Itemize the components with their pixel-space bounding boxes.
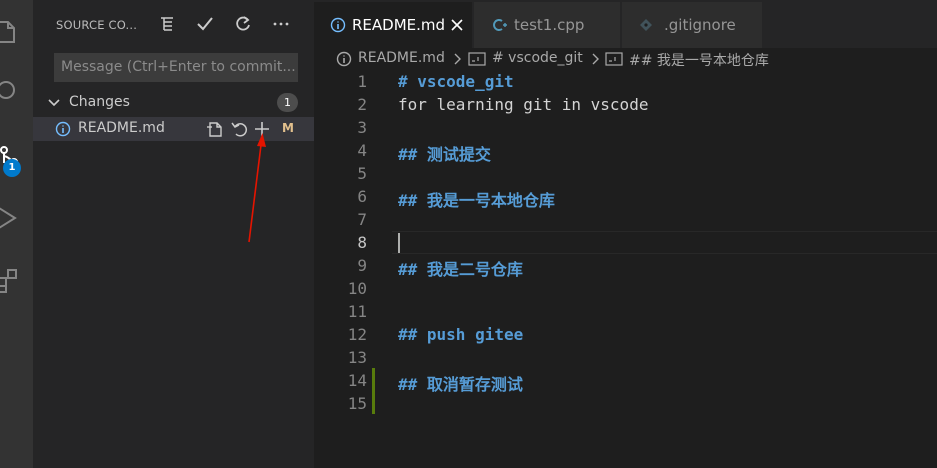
tab-test1-cpp[interactable]: test1.cpp — [474, 2, 620, 48]
code-line: 6 ## 我是一号本地仓库 — [314, 185, 937, 210]
explorer-icon[interactable] — [0, 10, 33, 50]
git-icon — [638, 17, 654, 37]
tab-label: README.md — [352, 16, 446, 34]
code-line: 13 — [314, 346, 937, 369]
code-line: 5 — [314, 162, 937, 185]
gutter-added-indicator — [372, 368, 375, 414]
code-editor[interactable]: 1 # vscode_git 2 for learning git in vscod… — [314, 70, 937, 468]
scm-badge: 1 — [3, 159, 21, 177]
breadcrumb-section-1[interactable]: # vscode_git — [492, 50, 583, 66]
symbol-string-icon — [468, 52, 486, 70]
code-line: 10 — [314, 277, 937, 300]
info-icon — [336, 51, 352, 71]
breadcrumb-section-2[interactable]: ## 我是一号本地仓库 — [629, 50, 769, 70]
breadcrumb: README.md # vscode_git ## 我是一号本地仓库 — [314, 48, 937, 70]
source-control-sidebar: SOURCE CO... Message (Ctrl+Enter to comm… — [33, 0, 314, 468]
code-line: 9 ## 我是二号仓库 — [314, 254, 937, 279]
line-text: for learning git in vscode — [398, 95, 649, 114]
code-line: 4 ## 测试提交 — [314, 139, 937, 164]
chevron-right-icon — [453, 53, 463, 69]
line-number: 13 — [347, 348, 367, 367]
breadcrumb-file[interactable]: README.md — [358, 50, 445, 66]
line-number: 1 — [357, 72, 367, 91]
text-cursor — [398, 233, 400, 253]
line-text: ## push gitee — [398, 325, 524, 344]
run-debug-icon[interactable] — [0, 196, 33, 236]
line-text: # vscode_git — [398, 72, 514, 91]
line-number: 11 — [347, 302, 367, 321]
line-number: 7 — [357, 210, 367, 229]
line-number: 8 — [357, 233, 367, 252]
tab-label: test1.cpp — [514, 16, 585, 34]
editor-tab-bar: README.md test1.cpp .gitignore — [314, 0, 937, 48]
annotation-arrow — [248, 133, 266, 243]
line-number: 5 — [357, 164, 367, 183]
line-number: 15 — [347, 394, 367, 413]
tab-label: .gitignore — [664, 16, 736, 34]
code-line: 12 ## push gitee — [314, 323, 937, 346]
info-icon — [330, 17, 346, 37]
line-number: 2 — [357, 95, 367, 114]
line-number: 10 — [347, 279, 367, 298]
symbol-string-icon — [605, 52, 623, 70]
cpp-icon — [492, 17, 508, 37]
current-line-highlight — [392, 231, 937, 254]
code-line: 3 — [314, 116, 937, 139]
tab-gitignore[interactable]: .gitignore — [622, 2, 762, 48]
code-line: 2 for learning git in vscode — [314, 93, 937, 116]
code-line: 1 # vscode_git — [314, 70, 937, 93]
vscode-window: 1 SOURCE CO... Message (Ctrl+Enter to co… — [0, 0, 937, 468]
line-number: 9 — [357, 256, 367, 275]
line-number: 3 — [357, 118, 367, 137]
search-icon[interactable] — [0, 70, 33, 110]
chevron-right-icon — [591, 53, 601, 69]
code-line: 7 — [314, 208, 937, 231]
line-number: 14 — [347, 371, 367, 390]
tab-readme[interactable]: README.md — [314, 2, 472, 48]
code-line-current: 8 — [314, 231, 937, 254]
code-line: 15 — [314, 392, 937, 415]
line-number: 4 — [357, 141, 367, 160]
code-line: 14 ## 取消暂存测试 — [314, 369, 937, 394]
activity-bar: 1 — [0, 0, 33, 468]
extensions-icon[interactable] — [0, 258, 33, 298]
line-number: 6 — [357, 187, 367, 206]
close-icon[interactable] — [450, 18, 464, 36]
line-number: 12 — [347, 325, 367, 344]
code-line: 11 — [314, 300, 937, 323]
